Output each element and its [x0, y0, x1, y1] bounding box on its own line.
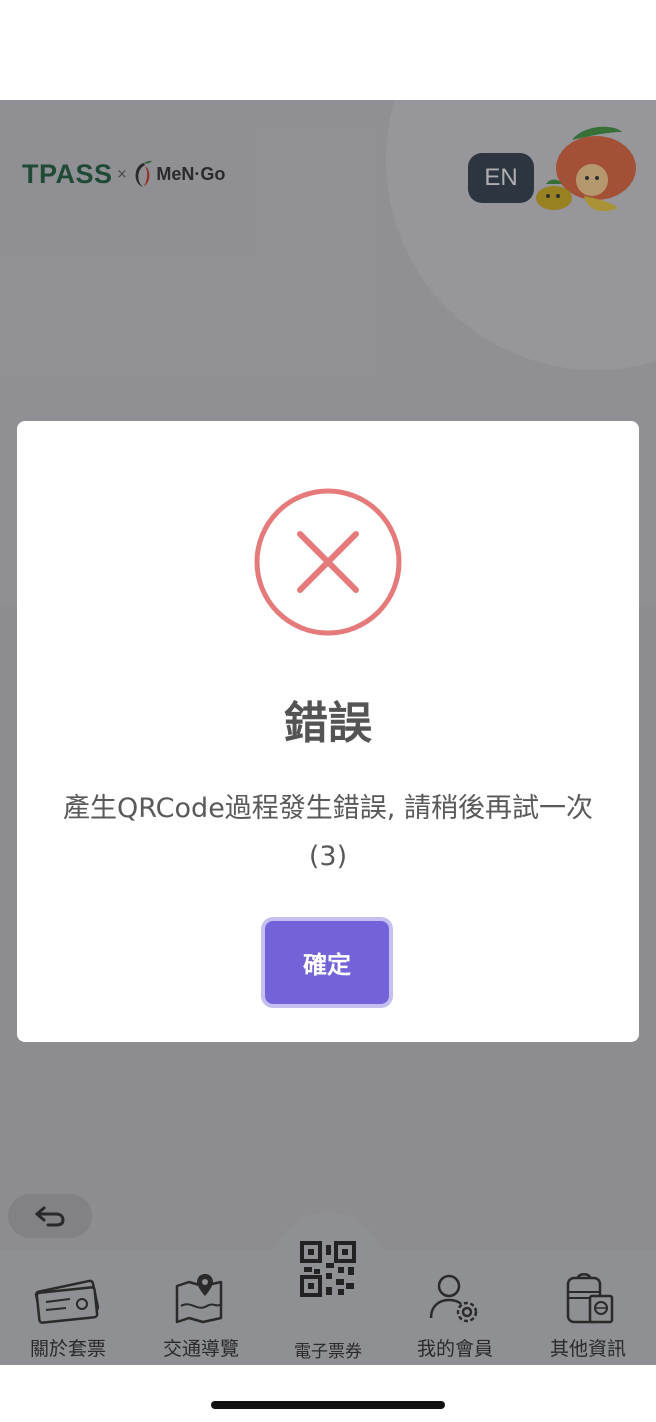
- tab-label: 電子票券: [294, 1342, 362, 1362]
- confirm-button[interactable]: 確定: [265, 921, 389, 1004]
- tab-label: 交通導覽: [162, 1338, 239, 1360]
- tab-label: 關於套票: [29, 1338, 106, 1360]
- status-bar-area: [0, 0, 656, 100]
- dialog-message: 產生QRCode過程發生錯誤, 請稍後再試一次(3): [63, 793, 593, 872]
- tab-about-ticket[interactable]: 關於套票: [3, 1268, 133, 1361]
- luggage-passport-icon: [566, 1273, 614, 1324]
- tab-label: 我的會員: [416, 1338, 493, 1360]
- tab-label: 其他資訊: [549, 1338, 626, 1360]
- home-indicator-area: [0, 1365, 656, 1422]
- home-indicator: [211, 1401, 445, 1409]
- tab-transport-guide[interactable]: 交通導覽: [136, 1268, 266, 1361]
- tab-my-membership[interactable]: 我的會員: [390, 1268, 520, 1361]
- bottom-tab-bar: 關於套票 交通導覽 我的會員 其他資訊 電子票券: [0, 1212, 656, 1365]
- tickets-icon: [34, 1279, 100, 1324]
- user-settings-icon: [429, 1274, 478, 1323]
- qr-code-icon: [300, 1241, 356, 1297]
- error-x-icon: [254, 488, 402, 636]
- tab-e-ticket[interactable]: [271, 1212, 385, 1326]
- map-pin-icon: [175, 1274, 223, 1324]
- tab-other-info[interactable]: 其他資訊: [523, 1268, 653, 1361]
- error-dialog: 錯誤 產生QRCode過程發生錯誤, 請稍後再試一次(3) 確定: [17, 421, 639, 1042]
- dialog-title: 錯誤: [284, 698, 372, 749]
